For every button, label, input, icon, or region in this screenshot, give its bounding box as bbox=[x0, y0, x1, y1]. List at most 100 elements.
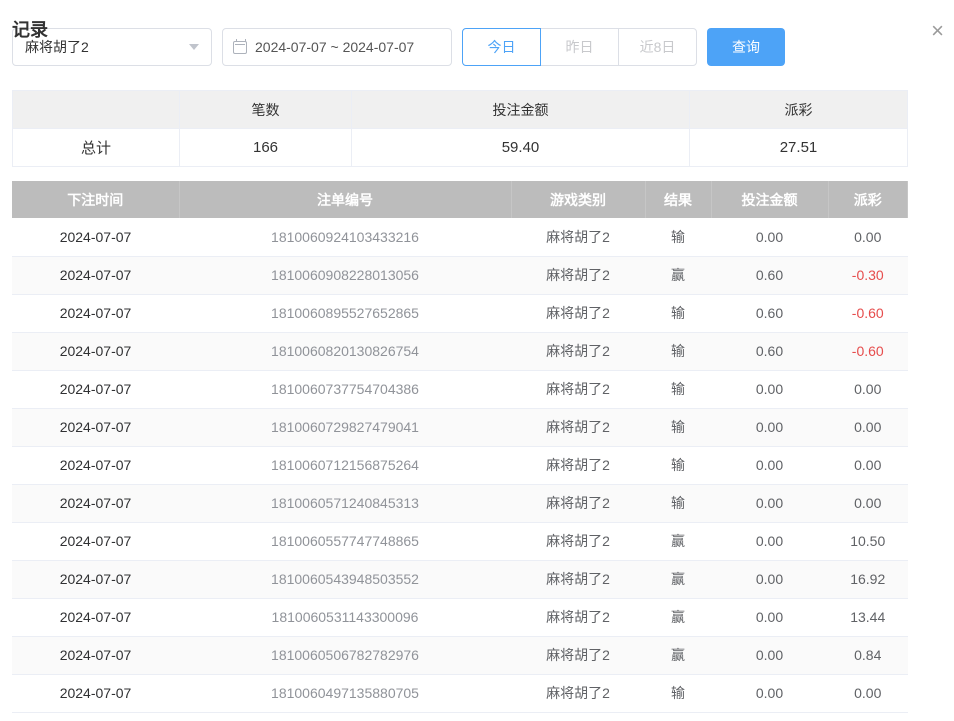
result-cell: 赢 bbox=[645, 256, 711, 294]
today-button[interactable]: 今日 bbox=[462, 28, 541, 66]
bet-time-cell: 2024-07-07 bbox=[12, 294, 179, 332]
table-row: 2024-07-071810060557747748865麻将胡了2赢0.001… bbox=[12, 522, 908, 560]
quick-range-group: 今日 昨日 近8日 bbox=[462, 28, 697, 66]
records-body: 2024-07-071810060924103433216麻将胡了2输0.000… bbox=[12, 218, 908, 712]
bet-amount-cell: 0.00 bbox=[711, 560, 828, 598]
bet-time-cell: 2024-07-07 bbox=[12, 446, 179, 484]
summary-table: 笔数 投注金额 派彩 总计 166 59.40 27.51 bbox=[12, 90, 908, 167]
payout-cell: 0.00 bbox=[828, 408, 908, 446]
game-type-cell: 麻将胡了2 bbox=[511, 484, 645, 522]
payout-cell: 16.92 bbox=[828, 560, 908, 598]
last8days-button[interactable]: 近8日 bbox=[618, 28, 697, 66]
bet-time-cell: 2024-07-07 bbox=[12, 256, 179, 294]
result-cell: 输 bbox=[645, 370, 711, 408]
bet-time-cell: 2024-07-07 bbox=[12, 674, 179, 712]
filter-bar: 麻将胡了2 2024-07-07 ~ 2024-07-07 今日 昨日 近8日 … bbox=[12, 28, 942, 66]
payout-cell: 13.44 bbox=[828, 598, 908, 636]
game-type-cell: 麻将胡了2 bbox=[511, 674, 645, 712]
header-game-type: 游戏类别 bbox=[511, 181, 645, 218]
payout-cell: 0.00 bbox=[828, 218, 908, 256]
records-table: 下注时间 注单编号 游戏类别 结果 投注金额 派彩 2024-07-071810… bbox=[12, 181, 908, 713]
game-type-cell: 麻将胡了2 bbox=[511, 446, 645, 484]
bet-id-cell: 1810060924103433216 bbox=[179, 218, 511, 256]
table-row: 2024-07-071810060737754704386麻将胡了2输0.000… bbox=[12, 370, 908, 408]
bet-time-cell: 2024-07-07 bbox=[12, 484, 179, 522]
bet-id-cell: 1810060531143300096 bbox=[179, 598, 511, 636]
bet-time-cell: 2024-07-07 bbox=[12, 370, 179, 408]
payout-cell: 0.00 bbox=[828, 674, 908, 712]
bet-amount-cell: 0.00 bbox=[711, 408, 828, 446]
bet-amount-cell: 0.60 bbox=[711, 294, 828, 332]
bet-time-cell: 2024-07-07 bbox=[12, 522, 179, 560]
bet-id-cell: 1810060729827479041 bbox=[179, 408, 511, 446]
header-result: 结果 bbox=[645, 181, 711, 218]
bet-amount-cell: 0.00 bbox=[711, 484, 828, 522]
table-row: 2024-07-071810060712156875264麻将胡了2输0.000… bbox=[12, 446, 908, 484]
header-bet-amount: 投注金额 bbox=[711, 181, 828, 218]
bet-amount-cell: 0.60 bbox=[711, 332, 828, 370]
payout-cell: 0.00 bbox=[828, 370, 908, 408]
result-cell: 输 bbox=[645, 674, 711, 712]
table-row: 2024-07-071810060571240845313麻将胡了2输0.000… bbox=[12, 484, 908, 522]
summary-header-row: 笔数 投注金额 派彩 bbox=[13, 91, 908, 129]
bet-id-cell: 1810060557747748865 bbox=[179, 522, 511, 560]
summary-header-payout: 派彩 bbox=[690, 91, 908, 129]
bet-id-cell: 1810060820130826754 bbox=[179, 332, 511, 370]
result-cell: 赢 bbox=[645, 636, 711, 674]
bet-id-cell: 1810060908228013056 bbox=[179, 256, 511, 294]
summary-total-count: 166 bbox=[180, 129, 352, 167]
table-row: 2024-07-071810060895527652865麻将胡了2输0.60-… bbox=[12, 294, 908, 332]
game-type-cell: 麻将胡了2 bbox=[511, 256, 645, 294]
game-type-cell: 麻将胡了2 bbox=[511, 598, 645, 636]
bet-time-cell: 2024-07-07 bbox=[12, 408, 179, 446]
table-row: 2024-07-071810060506782782976麻将胡了2赢0.000… bbox=[12, 636, 908, 674]
payout-cell: 0.00 bbox=[828, 484, 908, 522]
table-row: 2024-07-071810060820130826754麻将胡了2输0.60-… bbox=[12, 332, 908, 370]
table-row: 2024-07-071810060924103433216麻将胡了2输0.000… bbox=[12, 218, 908, 256]
summary-total-label: 总计 bbox=[13, 129, 180, 167]
table-row: 2024-07-071810060543948503552麻将胡了2赢0.001… bbox=[12, 560, 908, 598]
bet-id-cell: 1810060497135880705 bbox=[179, 674, 511, 712]
close-icon[interactable]: × bbox=[931, 20, 944, 42]
summary-header-bet-amount: 投注金额 bbox=[352, 91, 690, 129]
yesterday-button[interactable]: 昨日 bbox=[540, 28, 619, 66]
header-bet-time: 下注时间 bbox=[12, 181, 179, 218]
result-cell: 输 bbox=[645, 218, 711, 256]
game-type-cell: 麻将胡了2 bbox=[511, 370, 645, 408]
payout-cell: -0.60 bbox=[828, 332, 908, 370]
query-button[interactable]: 查询 bbox=[707, 28, 785, 66]
bet-time-cell: 2024-07-07 bbox=[12, 598, 179, 636]
game-type-cell: 麻将胡了2 bbox=[511, 636, 645, 674]
payout-cell: 0.84 bbox=[828, 636, 908, 674]
calendar-icon bbox=[233, 41, 247, 54]
payout-cell: -0.60 bbox=[828, 294, 908, 332]
game-type-cell: 麻将胡了2 bbox=[511, 560, 645, 598]
date-range-picker[interactable]: 2024-07-07 ~ 2024-07-07 bbox=[222, 28, 452, 66]
result-cell: 输 bbox=[645, 484, 711, 522]
bet-time-cell: 2024-07-07 bbox=[12, 560, 179, 598]
result-cell: 赢 bbox=[645, 560, 711, 598]
bet-amount-cell: 0.00 bbox=[711, 598, 828, 636]
table-row: 2024-07-071810060729827479041麻将胡了2输0.000… bbox=[12, 408, 908, 446]
game-type-cell: 麻将胡了2 bbox=[511, 408, 645, 446]
bet-amount-cell: 0.00 bbox=[711, 636, 828, 674]
game-type-cell: 麻将胡了2 bbox=[511, 218, 645, 256]
records-header-row: 下注时间 注单编号 游戏类别 结果 投注金额 派彩 bbox=[12, 181, 908, 218]
bet-amount-cell: 0.00 bbox=[711, 218, 828, 256]
header-bet-id: 注单编号 bbox=[179, 181, 511, 218]
bet-id-cell: 1810060543948503552 bbox=[179, 560, 511, 598]
result-cell: 赢 bbox=[645, 598, 711, 636]
bet-id-cell: 1810060737754704386 bbox=[179, 370, 511, 408]
summary-total-bet-amount: 59.40 bbox=[352, 129, 690, 167]
result-cell: 输 bbox=[645, 294, 711, 332]
summary-header-empty bbox=[13, 91, 180, 129]
game-type-cell: 麻将胡了2 bbox=[511, 294, 645, 332]
game-type-cell: 麻将胡了2 bbox=[511, 522, 645, 560]
table-row: 2024-07-071810060531143300096麻将胡了2赢0.001… bbox=[12, 598, 908, 636]
bet-amount-cell: 0.00 bbox=[711, 674, 828, 712]
bet-time-cell: 2024-07-07 bbox=[12, 332, 179, 370]
result-cell: 赢 bbox=[645, 522, 711, 560]
bet-amount-cell: 0.60 bbox=[711, 256, 828, 294]
bet-amount-cell: 0.00 bbox=[711, 522, 828, 560]
bet-amount-cell: 0.00 bbox=[711, 446, 828, 484]
